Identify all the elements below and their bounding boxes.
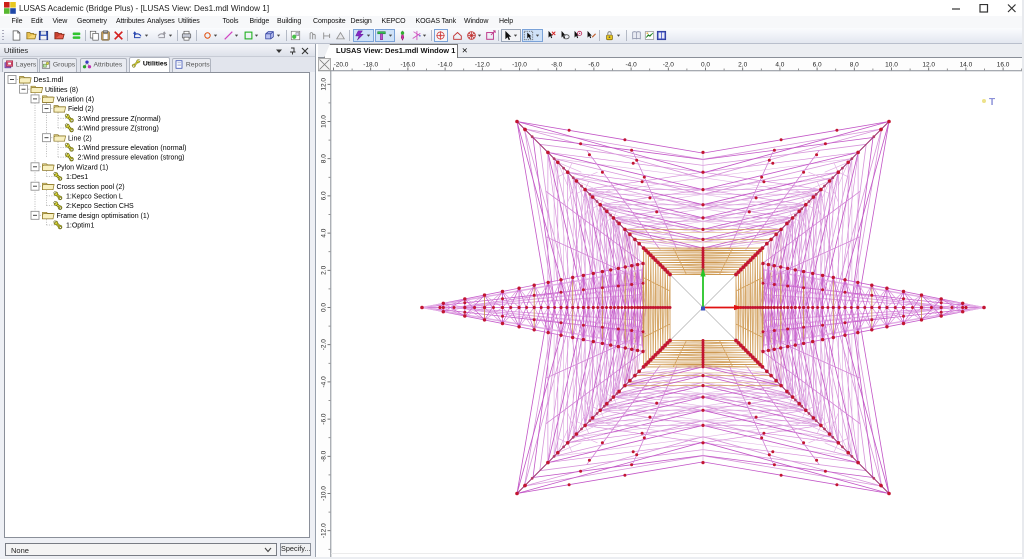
svg-text:1:Optim1: 1:Optim1	[66, 223, 95, 230]
svg-text:4:Wind pressure Z(strong): 4:Wind pressure Z(strong)	[78, 126, 159, 133]
svg-text:12.0: 12.0	[922, 62, 935, 69]
svg-text:Line (2): Line (2)	[68, 135, 92, 142]
svg-text:Variation (4): Variation (4)	[57, 97, 95, 104]
svg-text:Pylon Wizard (1): Pylon Wizard (1)	[57, 164, 109, 171]
svg-text:T: T	[989, 97, 995, 108]
svg-text:2:Wind pressure elevation (str: 2:Wind pressure elevation (strong)	[78, 155, 185, 162]
svg-text:2.0: 2.0	[738, 62, 747, 69]
svg-text:16.0: 16.0	[997, 62, 1010, 69]
svg-text:-10.0: -10.0	[512, 62, 527, 69]
svg-text:-4.0: -4.0	[321, 376, 328, 388]
svg-text:8.0: 8.0	[321, 154, 328, 163]
svg-text:-14.0: -14.0	[438, 62, 453, 69]
svg-text:14.0: 14.0	[960, 62, 973, 69]
svg-text:Cross section pool (2): Cross section pool (2)	[57, 184, 125, 191]
svg-text:Utilities (8): Utilities (8)	[45, 87, 78, 94]
svg-text:0.0: 0.0	[701, 62, 710, 69]
svg-text:10.0: 10.0	[321, 115, 328, 128]
svg-text:-8.0: -8.0	[551, 62, 563, 69]
svg-text:2.0: 2.0	[321, 265, 328, 274]
svg-text:Field (2): Field (2)	[68, 106, 94, 113]
svg-text:-6.0: -6.0	[588, 62, 600, 69]
svg-text:2:Kepco Section CHS: 2:Kepco Section CHS	[66, 203, 134, 210]
svg-text:-20.0: -20.0	[334, 62, 349, 69]
svg-text:10.0: 10.0	[885, 62, 898, 69]
svg-text:0.0: 0.0	[321, 303, 328, 312]
svg-text:6.0: 6.0	[321, 191, 328, 200]
svg-text:4.0: 4.0	[321, 228, 328, 237]
svg-text:-18.0: -18.0	[363, 62, 378, 69]
svg-text:-2.0: -2.0	[663, 62, 675, 69]
svg-text:-8.0: -8.0	[321, 450, 328, 462]
svg-text:-10.0: -10.0	[321, 486, 328, 501]
svg-text:-12.0: -12.0	[321, 523, 328, 538]
svg-text:Frame design optimisation (1): Frame design optimisation (1)	[57, 213, 150, 220]
svg-text:-12.0: -12.0	[475, 62, 490, 69]
svg-text:4.0: 4.0	[775, 62, 784, 69]
svg-text:-2.0: -2.0	[321, 339, 328, 351]
svg-text:-6.0: -6.0	[321, 413, 328, 425]
svg-text:1:Wind pressure elevation (nor: 1:Wind pressure elevation (normal)	[78, 145, 187, 152]
svg-text:1:Des1: 1:Des1	[66, 174, 88, 181]
svg-text:6.0: 6.0	[813, 62, 822, 69]
svg-text:8.0: 8.0	[850, 62, 859, 69]
svg-text:1:Kepco Section L: 1:Kepco Section L	[66, 194, 123, 201]
svg-text:-16.0: -16.0	[400, 62, 415, 69]
svg-text:12.0: 12.0	[321, 78, 328, 91]
svg-text:-4.0: -4.0	[625, 62, 637, 69]
svg-text:Des1.mdl: Des1.mdl	[34, 77, 64, 84]
svg-text:3:Wind pressure Z(normal): 3:Wind pressure Z(normal)	[78, 116, 161, 123]
